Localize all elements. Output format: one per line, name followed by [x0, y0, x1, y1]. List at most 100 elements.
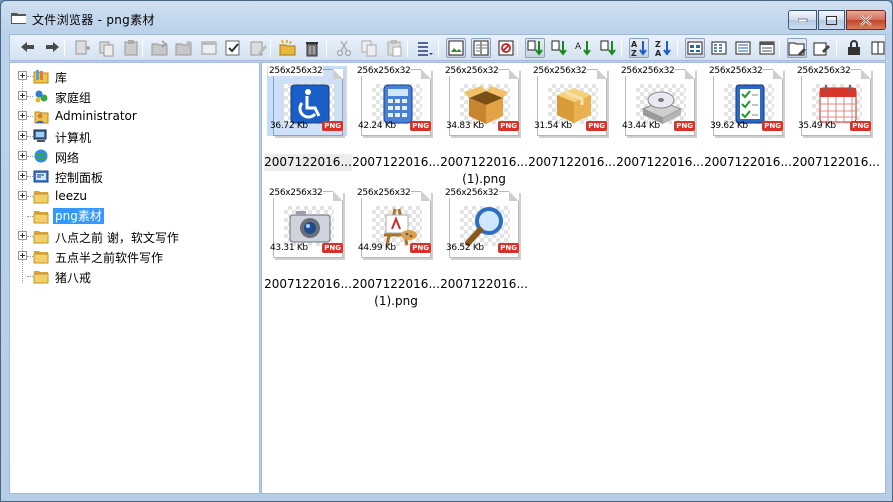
expand-toggle-icon[interactable] — [18, 191, 27, 200]
file-thumbnail[interactable]: 256x256x32 36.72 Kb PNG — [267, 66, 347, 136]
file-size: 44.99 Kb — [358, 243, 396, 253]
cut-button[interactable] — [334, 38, 354, 58]
file-item[interactable]: 256x256x32 31.54 Kb PNG 2007122016... — [528, 65, 616, 187]
open-folder-button[interactable] — [150, 38, 170, 58]
file-thumbnail[interactable]: 256x256x32 31.54 Kb PNG — [531, 66, 611, 136]
tree-item[interactable]: leezu — [10, 187, 260, 205]
file-thumbnail[interactable]: 256x256x32 43.44 Kb PNG — [619, 66, 699, 136]
expand-toggle-icon[interactable] — [18, 231, 27, 240]
expand-toggle-icon[interactable] — [18, 251, 27, 260]
properties-button[interactable] — [811, 38, 831, 58]
expand-toggle-icon[interactable] — [18, 131, 27, 140]
file-thumbnail[interactable]: 256x256x32 42.24 Kb PNG — [355, 66, 435, 136]
back-button[interactable] — [18, 38, 38, 58]
toolbar-separator — [326, 39, 327, 57]
tree-item[interactable]: 家庭组 — [10, 87, 260, 105]
minimize-button[interactable] — [788, 10, 817, 30]
folder-tools-button[interactable] — [787, 38, 807, 58]
file-thumbnail-grid[interactable]: 256x256x32 36.72 Kb PNG 2007122016... 256x25… — [261, 62, 886, 494]
sort-az-button[interactable]: AZ — [629, 38, 649, 58]
file-item[interactable]: 256x256x32 35.49 Kb PNG 2007122016... — [792, 65, 880, 187]
paste-button[interactable] — [384, 38, 404, 58]
edit-button[interactable] — [248, 38, 268, 58]
list-view-button[interactable] — [733, 38, 753, 58]
lock-button[interactable] — [844, 38, 864, 58]
file-item[interactable]: 256x256x32 43.31 Kb PNG 2007122016... — [264, 187, 352, 309]
forward-button[interactable] — [42, 38, 62, 58]
thumbnail-view-button[interactable] — [446, 38, 466, 58]
tree-item[interactable]: 五点半之前软件写作 — [10, 247, 260, 265]
details-view-button[interactable] — [757, 38, 777, 58]
title-bar[interactable]: 文件浏览器 - png素材 — [1, 1, 892, 33]
file-thumbnail[interactable]: 256x256x32 36.52 Kb PNG — [443, 188, 523, 258]
tree-item[interactable]: 八点之前 谢，软文写作 — [10, 227, 260, 245]
back-icon — [21, 42, 34, 52]
maximize-button[interactable] — [818, 10, 845, 30]
folder-options-icon — [175, 41, 192, 56]
file-item[interactable]: 256x256x32 36.72 Kb PNG 2007122016... — [264, 65, 352, 187]
small-icons-view-button[interactable] — [709, 38, 729, 58]
computer-icon — [33, 129, 47, 142]
file-thumbnail[interactable]: 256x256x32 34.83 Kb PNG — [443, 66, 523, 136]
copy-icon — [361, 40, 377, 57]
svg-text:Z: Z — [655, 40, 661, 49]
tree-item[interactable]: png素材 — [10, 207, 260, 225]
file-item[interactable]: 256x256x32 36.52 Kb PNG 2007122016... — [440, 187, 528, 309]
stop-button[interactable] — [496, 38, 516, 58]
folder-tree[interactable]: 库家庭组 Administrator 计算机网络控制面板 leezu png素材八点之前… — [9, 62, 260, 494]
app-window: 文件浏览器 - png素材 A AZZA 库家庭组 Administrator 计算机… — [0, 0, 893, 502]
file-thumbnail[interactable]: 256x256x32 44.99 Kb PNG — [355, 188, 435, 258]
delete-button[interactable] — [302, 38, 322, 58]
tree-item[interactable]: 计算机 — [10, 127, 260, 145]
file-thumbnail[interactable]: 256x256x32 35.49 Kb PNG — [795, 66, 875, 136]
file-item[interactable]: 256x256x32 34.83 Kb PNG 2007122016... (1).pn… — [440, 65, 528, 187]
sort-type-button[interactable] — [549, 38, 569, 58]
tree-item[interactable]: 猪八戒 — [10, 267, 260, 285]
expand-toggle-icon[interactable] — [18, 71, 27, 80]
copy-file-button[interactable] — [96, 38, 116, 58]
tree-item[interactable]: 控制面板 — [10, 167, 260, 185]
tree-item[interactable]: Administrator — [10, 107, 260, 125]
file-thumbnail[interactable]: 256x256x32 43.31 Kb PNG — [267, 188, 347, 258]
close-button[interactable] — [846, 10, 886, 30]
camera-icon — [289, 211, 331, 243]
window-button[interactable] — [199, 38, 219, 58]
file-item[interactable]: 256x256x32 44.99 Kb PNG 2007122016... (1).pn… — [352, 187, 440, 309]
sort-date-icon: A — [575, 41, 591, 56]
file-item[interactable]: 256x256x32 39.62 Kb PNG 2007122016... — [704, 65, 792, 187]
paste-file-button[interactable] — [121, 38, 141, 58]
folder-options-button[interactable] — [174, 38, 194, 58]
calendar-icon — [819, 85, 857, 123]
preview-pane-button[interactable] — [471, 38, 491, 58]
copy-button[interactable] — [359, 38, 379, 58]
image-dimensions: 256x256x32 — [444, 66, 500, 76]
expand-toggle-icon[interactable] — [18, 171, 27, 180]
user-folder-icon — [34, 111, 49, 124]
new-file-button[interactable] — [72, 38, 92, 58]
new-folder-button[interactable] — [278, 38, 298, 58]
more-button[interactable] — [868, 38, 888, 58]
expand-toggle-icon[interactable] — [18, 151, 27, 160]
expand-toggle-icon[interactable] — [18, 91, 27, 100]
file-item[interactable]: 256x256x32 43.44 Kb PNG 2007122016... — [616, 65, 704, 187]
tree-item[interactable]: 库 — [10, 67, 260, 85]
image-dimensions: 256x256x32 — [532, 66, 588, 76]
sort-za-button[interactable]: ZA — [653, 38, 673, 58]
file-name: 2007122016... — [264, 277, 352, 291]
file-item[interactable]: 256x256x32 42.24 Kb PNG 2007122016... — [352, 65, 440, 187]
list-menu-button[interactable] — [414, 38, 434, 58]
sort-size-button[interactable] — [525, 38, 545, 58]
sort-date-button[interactable]: A — [573, 38, 593, 58]
sort-modified-button[interactable] — [598, 38, 618, 58]
toolbar-separator — [270, 39, 271, 57]
expand-toggle-icon[interactable] — [18, 111, 27, 120]
tree-item-label: Administrator — [55, 109, 137, 123]
check-button[interactable] — [223, 38, 243, 58]
paste-file-icon — [124, 40, 138, 56]
folder-icon — [33, 251, 49, 264]
large-icons-view-button[interactable] — [685, 38, 705, 58]
library-icon — [33, 70, 49, 84]
file-thumbnail[interactable]: 256x256x32 39.62 Kb PNG — [707, 66, 787, 136]
tree-item[interactable]: 网络 — [10, 147, 260, 165]
tree-item-label: 网络 — [55, 151, 80, 165]
